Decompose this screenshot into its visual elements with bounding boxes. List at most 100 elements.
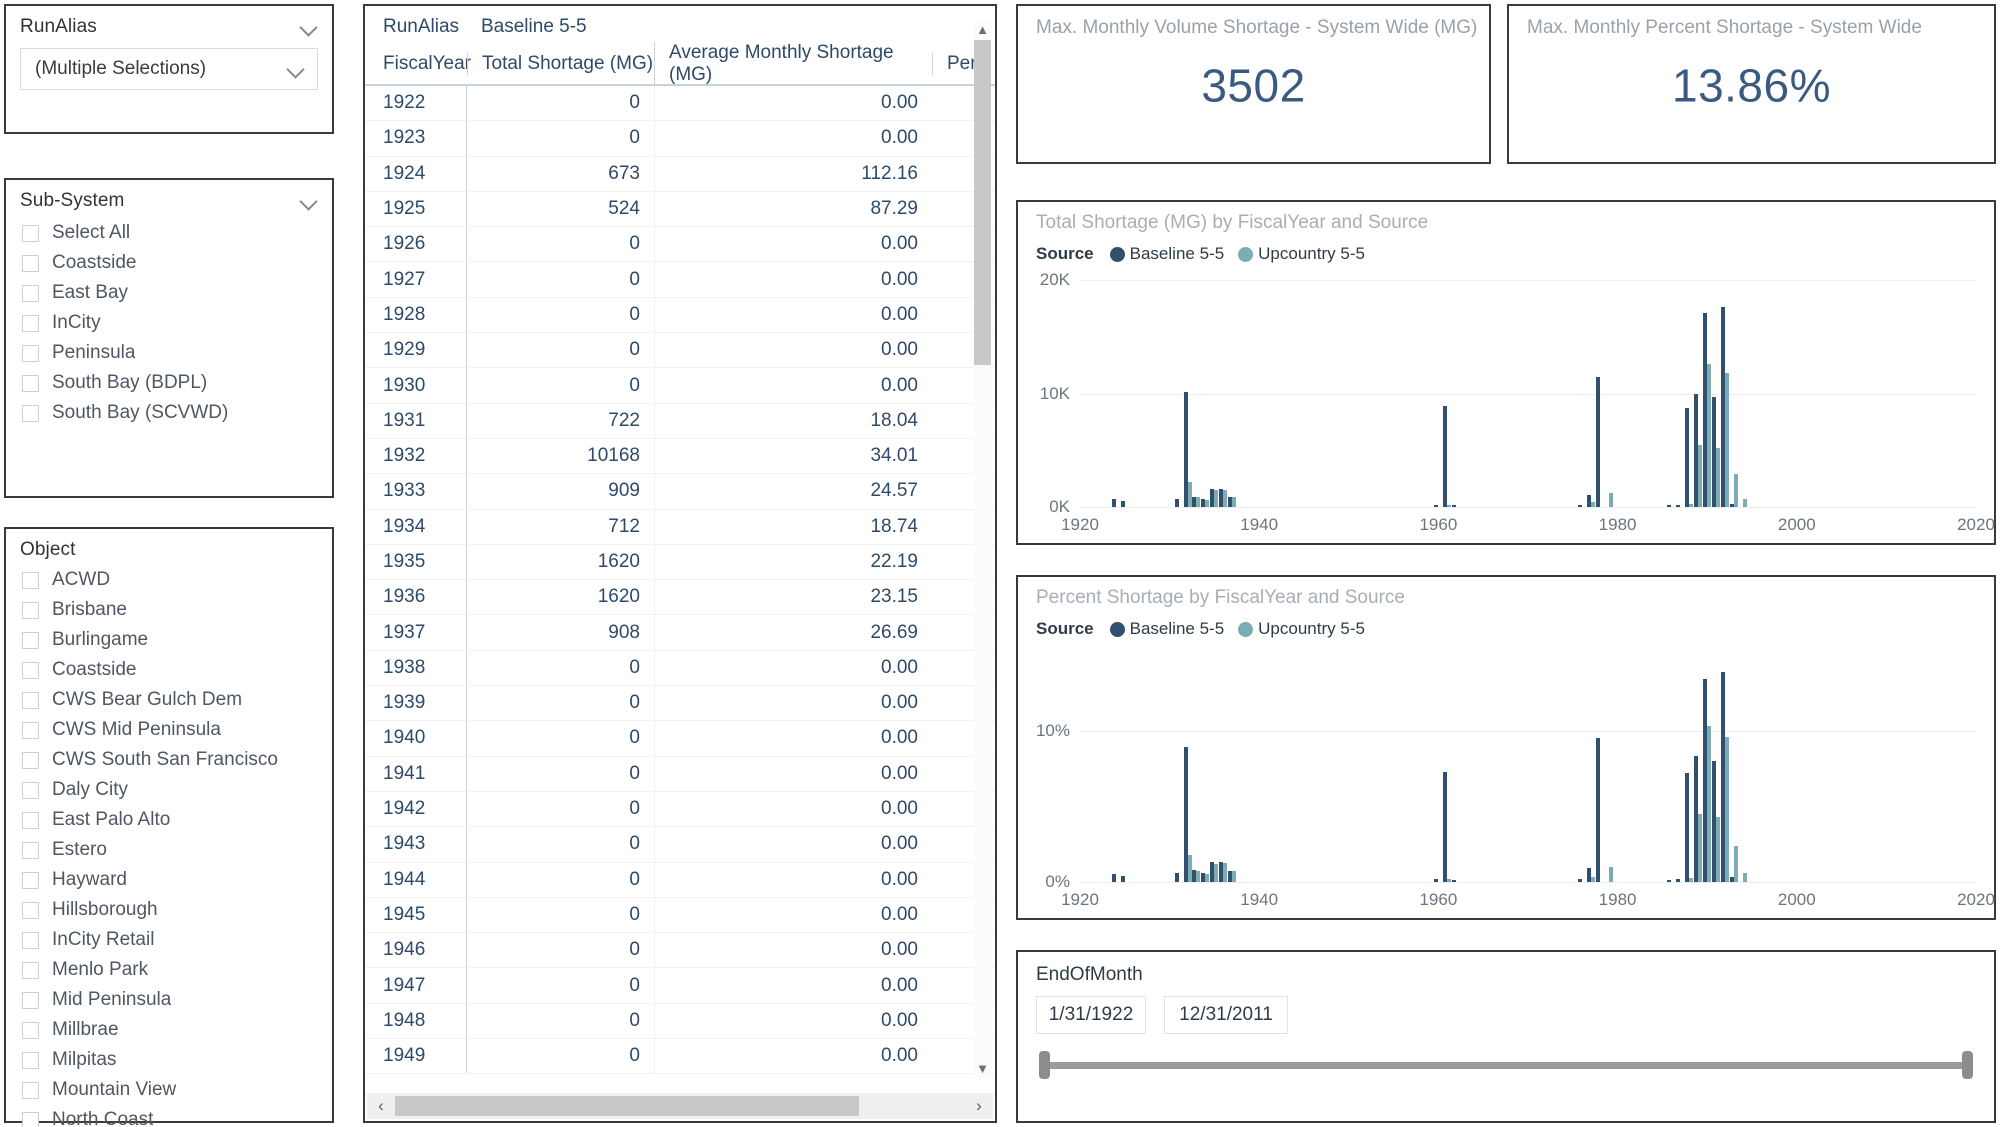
table-row[interactable]: 1942 0 0.00: [365, 791, 995, 828]
object-item[interactable]: CWS Bear Gulch Dem: [22, 685, 332, 715]
chart-bar[interactable]: [1452, 505, 1457, 507]
checkbox-icon[interactable]: [22, 284, 39, 302]
checkbox-icon[interactable]: [22, 661, 39, 679]
chart-bar[interactable]: [1676, 878, 1681, 882]
chevron-down-icon[interactable]: [300, 192, 318, 210]
checkbox-icon[interactable]: [22, 254, 39, 272]
object-item[interactable]: InCity Retail: [22, 925, 332, 955]
checkbox-icon[interactable]: [22, 841, 39, 859]
chart-bar[interactable]: [1443, 406, 1448, 507]
checkbox-icon[interactable]: [22, 931, 39, 949]
table-row[interactable]: 1934 712 18.74: [365, 509, 995, 545]
chart-bar[interactable]: [1595, 738, 1600, 882]
chart-bar[interactable]: [1577, 505, 1582, 507]
chart-bar[interactable]: [1676, 505, 1681, 507]
vertical-scroll-thumb[interactable]: [974, 40, 991, 365]
column-header-average-monthly-shortage[interactable]: Average Monthly Shortage (MG): [654, 42, 932, 86]
kpi-card-max-monthly-volume-shortage[interactable]: Max. Monthly Volume Shortage - System Wi…: [1016, 4, 1491, 164]
table-row[interactable]: 1927 0 0.00: [365, 262, 995, 298]
checkbox-icon[interactable]: [22, 1051, 39, 1069]
checkbox-icon[interactable]: [22, 601, 39, 619]
table-row[interactable]: 1947 0 0.00: [365, 968, 995, 1004]
endofmonth-start-input[interactable]: 1/31/1922: [1036, 996, 1146, 1034]
checkbox-icon[interactable]: [22, 374, 39, 392]
chart-bar[interactable]: [1187, 482, 1192, 507]
chart-total-shortage-by-fiscalyear-and-source[interactable]: Total Shortage (MG) by FiscalYear and So…: [1016, 200, 1996, 545]
table-row[interactable]: 1943 0 0.00: [365, 827, 995, 863]
chart-bar[interactable]: [1443, 771, 1448, 882]
horizontal-scroll-thumb[interactable]: [395, 1096, 859, 1116]
object-item[interactable]: Daly City: [22, 775, 332, 805]
chart-bar[interactable]: [1120, 501, 1125, 507]
checkbox-icon[interactable]: [22, 1111, 39, 1127]
chart-bar[interactable]: [1716, 447, 1721, 507]
checkbox-icon[interactable]: [22, 224, 39, 242]
chart-bar[interactable]: [1743, 499, 1748, 507]
object-item[interactable]: East Palo Alto: [22, 805, 332, 835]
object-item[interactable]: Brisbane: [22, 595, 332, 625]
chart-bar[interactable]: [1223, 863, 1228, 882]
chart-bar[interactable]: [1452, 880, 1457, 882]
chart-bar[interactable]: [1698, 444, 1703, 507]
table-row[interactable]: 1948 0 0.00: [365, 1003, 995, 1040]
chart-bar[interactable]: [1174, 872, 1179, 882]
object-item[interactable]: Hayward: [22, 865, 332, 895]
table-row[interactable]: 1936 1620 23.15: [365, 580, 995, 616]
object-item[interactable]: CWS South San Francisco: [22, 745, 332, 775]
chart-bar[interactable]: [1174, 498, 1179, 507]
chart-bar[interactable]: [1667, 880, 1672, 882]
chart-bar[interactable]: [1685, 407, 1690, 507]
chart-bar[interactable]: [1685, 773, 1690, 882]
kpi-card-max-monthly-percent-shortage[interactable]: Max. Monthly Percent Shortage - System W…: [1507, 4, 1996, 164]
subsystem-item[interactable]: InCity: [22, 308, 332, 338]
subsystem-item[interactable]: Peninsula: [22, 338, 332, 368]
table-row[interactable]: 1940 0 0.00: [365, 721, 995, 757]
chart-bar[interactable]: [1595, 376, 1600, 507]
table-row[interactable]: 1929 0 0.00: [365, 333, 995, 369]
object-item[interactable]: Milpitas: [22, 1045, 332, 1075]
object-item[interactable]: Estero: [22, 835, 332, 865]
table-row[interactable]: 1923 0 0.00: [365, 121, 995, 157]
chart-percent-shortage-by-fiscalyear-and-source[interactable]: Percent Shortage by FiscalYear and Sourc…: [1016, 575, 1996, 920]
table-row[interactable]: 1922 0 0.00: [365, 86, 995, 122]
table-row[interactable]: 1946 0 0.00: [365, 933, 995, 969]
checkbox-icon[interactable]: [22, 314, 39, 332]
checkbox-icon[interactable]: [22, 811, 39, 829]
object-item[interactable]: Millbrae: [22, 1015, 332, 1045]
chart-bar[interactable]: [1205, 874, 1210, 882]
table-row[interactable]: 1933 909 24.57: [365, 474, 995, 510]
checkbox-icon[interactable]: [22, 1081, 39, 1099]
chart-bar[interactable]: [1120, 875, 1125, 882]
table-row[interactable]: 1935 1620 22.19: [365, 544, 995, 581]
column-header-total-shortage[interactable]: Total Shortage (MG): [467, 53, 654, 75]
chart-bar[interactable]: [1689, 878, 1694, 882]
slider-handle-right[interactable]: [1962, 1051, 1973, 1079]
object-item[interactable]: Menlo Park: [22, 955, 332, 985]
object-item[interactable]: Mountain View: [22, 1075, 332, 1105]
chart-bar[interactable]: [1214, 489, 1219, 507]
chart-bar[interactable]: [1223, 489, 1228, 507]
chart-bar[interactable]: [1716, 816, 1721, 882]
chart-bar[interactable]: [1608, 866, 1613, 882]
checkbox-icon[interactable]: [22, 751, 39, 769]
chart-bar[interactable]: [1205, 499, 1210, 507]
checkbox-icon[interactable]: [22, 721, 39, 739]
chart-bar[interactable]: [1214, 863, 1219, 882]
table-row[interactable]: 1945 0 0.00: [365, 897, 995, 934]
subsystem-item[interactable]: South Bay (SCVWD): [22, 398, 332, 428]
chevron-down-icon[interactable]: [300, 18, 318, 36]
checkbox-icon[interactable]: [22, 1021, 39, 1039]
subsystem-item[interactable]: Select All: [22, 218, 332, 248]
subsystem-item[interactable]: East Bay: [22, 278, 332, 308]
chevron-left-icon[interactable]: ‹: [367, 1093, 395, 1119]
checkbox-icon[interactable]: [22, 344, 39, 362]
chevron-up-icon[interactable]: ▲: [974, 20, 991, 38]
object-item[interactable]: Coastside: [22, 655, 332, 685]
chart-bar[interactable]: [1743, 872, 1748, 882]
chart-bar[interactable]: [1111, 499, 1116, 507]
subsystem-item[interactable]: South Bay (BDPL): [22, 368, 332, 398]
chart-bar[interactable]: [1447, 504, 1452, 507]
column-header-fiscalyear[interactable]: FiscalYear: [365, 53, 471, 75]
object-item[interactable]: Mid Peninsula: [22, 985, 332, 1015]
table-vertical-scrollbar[interactable]: ▲ ▼: [974, 20, 991, 1077]
